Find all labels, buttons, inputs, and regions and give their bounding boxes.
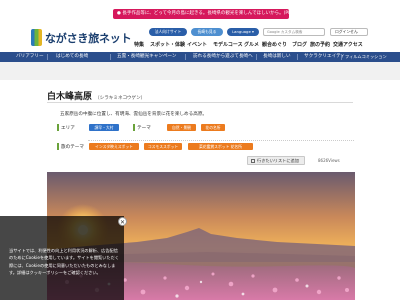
category-new[interactable]: 長崎は新しい bbox=[263, 52, 291, 62]
label-marker bbox=[133, 124, 135, 131]
site-logo[interactable]: ながさき旅ネット bbox=[31, 29, 132, 46]
add-to-list-button[interactable]: 行きたいリストに追加 bbox=[247, 156, 305, 165]
tag-divider bbox=[88, 140, 354, 142]
category-sakura[interactable]: サクラクリエイティ bbox=[304, 52, 345, 62]
journey-theme-label: 旅のテーマ bbox=[61, 145, 84, 150]
spot-title: 白木峰高原 bbox=[47, 92, 93, 102]
category-divider bbox=[256, 54, 257, 60]
gnav-item-events[interactable]: イベント bbox=[187, 41, 207, 48]
theme-tag-nature[interactable]: 自然・景観 bbox=[167, 124, 196, 131]
breadcrumb-band bbox=[0, 62, 400, 80]
gnav-item-blog[interactable]: ブログ bbox=[292, 41, 307, 48]
title-divider bbox=[47, 102, 353, 103]
language-select[interactable]: Language ▾ bbox=[227, 28, 259, 36]
journey-tag-flower-viewing[interactable]: 菜花鑑賞スポット 花名所 bbox=[188, 143, 253, 150]
page-title: 白木峰高原 （シラキミネコウゲン） bbox=[47, 89, 145, 102]
cookie-consent-text: 当サイトでは、利便性の向上と利用状況の解析、広告配信のためにCookieを使用し… bbox=[9, 248, 119, 275]
gnav-item-access[interactable]: 交通アクセス bbox=[333, 41, 363, 48]
label-marker bbox=[57, 143, 59, 150]
logo-text: ながさき旅ネット bbox=[45, 31, 132, 45]
global-nav: 特集 スポット・体験 イベント モデルコース グルメ 観合めぐり ブログ 旅の予… bbox=[134, 41, 364, 49]
category-divider bbox=[47, 54, 48, 60]
area-label: エリア bbox=[61, 126, 75, 131]
journey-tag-cosmos[interactable]: コスモススポット bbox=[144, 143, 182, 150]
cookie-close-icon[interactable]: ✕ bbox=[118, 217, 127, 226]
nagasaki-view-button[interactable]: 長崎も見る bbox=[191, 28, 223, 36]
area-tag[interactable]: 諫早・大村 bbox=[89, 124, 119, 131]
category-divider bbox=[110, 54, 111, 60]
category-bar: バリアフリー はじめての長崎 五雲・長崎観光キャンペーン 訪れる長崎から遊ぶて長… bbox=[0, 52, 400, 62]
add-list-label: 行きたいリストに追加 bbox=[257, 158, 299, 163]
theme-label: テーマ bbox=[137, 126, 151, 131]
corporate-site-button[interactable]: 法人向けサイト bbox=[149, 28, 187, 36]
journey-tag-insta[interactable]: インスタ映えスポット bbox=[89, 143, 139, 150]
gnav-item-feature[interactable]: 特集 bbox=[134, 41, 144, 48]
logo-mark-icon bbox=[31, 29, 42, 46]
gnav-item-booking[interactable]: 旅の予約 bbox=[310, 41, 330, 48]
category-divider bbox=[297, 54, 298, 60]
add-list-icon bbox=[251, 159, 255, 163]
gnav-item-tours[interactable]: 観合めぐり bbox=[262, 41, 287, 48]
category-barrier-free[interactable]: バリアフリー bbox=[16, 52, 44, 62]
login-button[interactable]: ログインせん bbox=[330, 28, 368, 36]
category-first-visit[interactable]: はじめての長崎 bbox=[56, 52, 88, 62]
category-divider bbox=[341, 54, 342, 60]
category-campaign[interactable]: 五雲・長崎観光キャンペーン bbox=[117, 52, 177, 62]
view-count: 8626Views bbox=[318, 158, 340, 163]
spot-description: 五家原岳の中腹に位置し、有明海、雲仙岳を背景に花を楽しめる高原。 bbox=[60, 112, 208, 117]
gnav-item-spots[interactable]: スポット・体験 bbox=[150, 41, 185, 48]
theme-tag-flowers[interactable]: 花の名所 bbox=[201, 124, 225, 131]
spot-reading: （シラキミネコウゲン） bbox=[95, 96, 146, 101]
search-input[interactable]: Google カスタム検索 bbox=[263, 28, 325, 36]
category-divider bbox=[185, 54, 186, 60]
gnav-item-gourmet[interactable]: グルメ bbox=[244, 41, 259, 48]
cookie-consent-banner: 当サイトでは、利便性の向上と利用状況の解析、広告配信のためにCookieを使用し… bbox=[0, 216, 124, 300]
category-visit-to-play[interactable]: 訪れる長崎から遊ぶて長崎へ bbox=[193, 52, 253, 62]
top-bar: ● 長手作品等に、どって今月の島に起きる。長崎県の観光を楽しんでほしいから。(P… bbox=[0, 0, 400, 22]
gnav-item-model-course[interactable]: モデルコース bbox=[213, 41, 243, 48]
announcement-banner[interactable]: ● 長手作品等に、どって今月の島に起きる。長崎県の観光を楽しんでほしいから。(P… bbox=[113, 9, 289, 19]
label-marker bbox=[57, 124, 59, 131]
category-film-commission[interactable]: フィルムコミッション bbox=[345, 52, 387, 62]
